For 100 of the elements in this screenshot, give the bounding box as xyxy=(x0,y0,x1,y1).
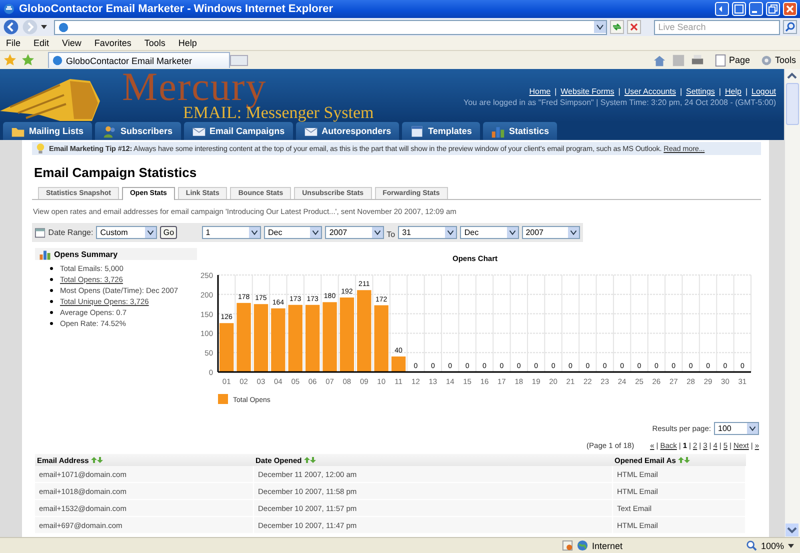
star-icon[interactable] xyxy=(4,54,16,66)
sort-up-icon[interactable] xyxy=(304,456,310,462)
dropdown-icon xyxy=(145,227,156,238)
date-select[interactable]: 2007 xyxy=(325,226,384,239)
tab-title: GloboContactor Email Marketer xyxy=(66,56,192,66)
go-button[interactable]: Go xyxy=(160,226,178,239)
separator: | xyxy=(718,87,721,96)
menu-item[interactable]: Edit xyxy=(34,38,50,48)
sort-up-icon[interactable] xyxy=(90,456,97,462)
tile-icon[interactable] xyxy=(732,2,746,16)
calendar-icon xyxy=(35,227,46,238)
date-select[interactable]: 31 xyxy=(398,226,458,239)
date-select[interactable]: 2007 xyxy=(522,226,580,239)
globe-icon xyxy=(576,540,588,551)
bullet-icon xyxy=(50,311,53,314)
summary-title: Opens Summary xyxy=(54,250,118,258)
separator: | xyxy=(680,87,682,96)
nav-tab[interactable]: Autoresponders xyxy=(296,122,400,140)
bullet-icon xyxy=(50,322,53,325)
separator: | xyxy=(554,87,557,96)
toolbar-menu[interactable]: Tools xyxy=(760,54,796,66)
page-icon xyxy=(58,22,69,32)
sort-down-icon[interactable] xyxy=(310,456,316,462)
security-zone: Internet xyxy=(592,540,624,550)
home-icon[interactable] xyxy=(652,54,666,66)
toolbar-menu[interactable]: Page xyxy=(714,54,750,66)
search-icon[interactable] xyxy=(783,20,798,34)
nav-tab[interactable]: Subscribers xyxy=(94,122,181,140)
sort-up-icon[interactable] xyxy=(678,456,684,462)
separator: | xyxy=(745,87,748,96)
zoom-icon[interactable] xyxy=(746,540,757,551)
lightbulb-icon xyxy=(36,143,45,154)
header-link[interactable]: Settings xyxy=(686,87,715,96)
scrollbar[interactable] xyxy=(784,69,800,537)
printer-icon[interactable] xyxy=(690,54,704,66)
page-icon xyxy=(714,54,727,66)
bar-chart-icon xyxy=(490,124,505,138)
scroll-down-icon[interactable] xyxy=(785,523,799,537)
stop-icon[interactable] xyxy=(627,20,642,34)
header-link[interactable]: Help xyxy=(725,87,742,96)
date-select[interactable]: Dec xyxy=(460,226,519,239)
envelope-icon xyxy=(304,124,318,138)
page-title: Email Campaign Statistics xyxy=(34,165,198,182)
header-link[interactable]: User Accounts xyxy=(624,87,676,96)
window-icon xyxy=(410,124,424,138)
menu-item[interactable]: Favorites xyxy=(94,38,132,48)
dropdown-icon xyxy=(506,227,518,238)
add-favorite-icon[interactable] xyxy=(22,54,34,66)
restore-button[interactable] xyxy=(766,2,780,16)
preset-select[interactable]: Custom xyxy=(96,226,158,239)
header-link[interactable]: Logout xyxy=(752,87,776,96)
dropdown-icon xyxy=(747,423,758,434)
menu-item[interactable]: View xyxy=(62,38,82,48)
search-field[interactable]: Live Search xyxy=(654,20,780,34)
separator: | xyxy=(618,87,620,96)
menu-item[interactable]: Tools xyxy=(144,38,166,48)
menu-item[interactable]: File xyxy=(6,38,21,48)
caret-icon[interactable] xyxy=(788,544,794,548)
date-select[interactable]: 1 xyxy=(202,226,261,239)
page-icon xyxy=(52,55,63,66)
caret-icon[interactable] xyxy=(40,25,47,29)
sort-down-icon[interactable] xyxy=(96,456,103,462)
minimize-button[interactable] xyxy=(749,2,763,16)
bullet-icon xyxy=(50,278,53,281)
nav-tab[interactable]: Statistics xyxy=(482,122,557,140)
login-info: You are logged in as "Fred Simpson" | System Time: 3:20 pm, 24 Oct 2008 - (GMT-5:00) xyxy=(464,98,776,107)
nav-tab[interactable]: Mailing Lists xyxy=(3,122,92,140)
back-button[interactable] xyxy=(3,19,19,35)
zoom-level[interactable]: 100% xyxy=(760,540,784,550)
bullet-icon xyxy=(50,289,53,292)
sort-down-icon[interactable] xyxy=(684,456,690,462)
nav-tab[interactable]: Templates xyxy=(402,122,480,140)
dropdown-icon[interactable] xyxy=(594,21,606,33)
new-tab-button[interactable] xyxy=(230,54,248,66)
header-link[interactable]: Website Forms xyxy=(560,87,614,96)
people-icon xyxy=(102,124,117,138)
address-field[interactable] xyxy=(54,20,608,34)
bar-chart-icon xyxy=(39,248,51,260)
scroll-thumb[interactable] xyxy=(786,83,799,125)
menu-item[interactable]: Help xyxy=(178,38,197,48)
bullet-icon xyxy=(50,267,53,270)
results-select[interactable]: 100 xyxy=(714,422,759,435)
bullet-icon xyxy=(50,300,53,303)
envelope-icon xyxy=(192,124,206,138)
nav-tab[interactable]: Email Campaigns xyxy=(184,122,293,140)
dropdown-icon xyxy=(445,227,456,238)
legend-swatch xyxy=(218,394,228,404)
gear-icon xyxy=(760,54,773,66)
browser-tab[interactable]: GloboContactor Email Marketer xyxy=(48,52,230,68)
dropdown-icon xyxy=(310,227,322,238)
to-label: To xyxy=(386,230,396,239)
dropdown-icon xyxy=(568,227,580,238)
browser-logo-icon xyxy=(3,3,15,15)
date-select[interactable]: Dec xyxy=(264,226,322,239)
close-button[interactable] xyxy=(783,2,797,16)
header-link[interactable]: Home xyxy=(529,87,551,96)
dropdown-icon xyxy=(248,227,260,238)
date-range-label: Date Range: xyxy=(48,228,94,237)
window-title: GloboContactor Email Marketer - Windows Internet Explorer xyxy=(19,3,334,15)
dropdown-icon xyxy=(372,227,383,238)
